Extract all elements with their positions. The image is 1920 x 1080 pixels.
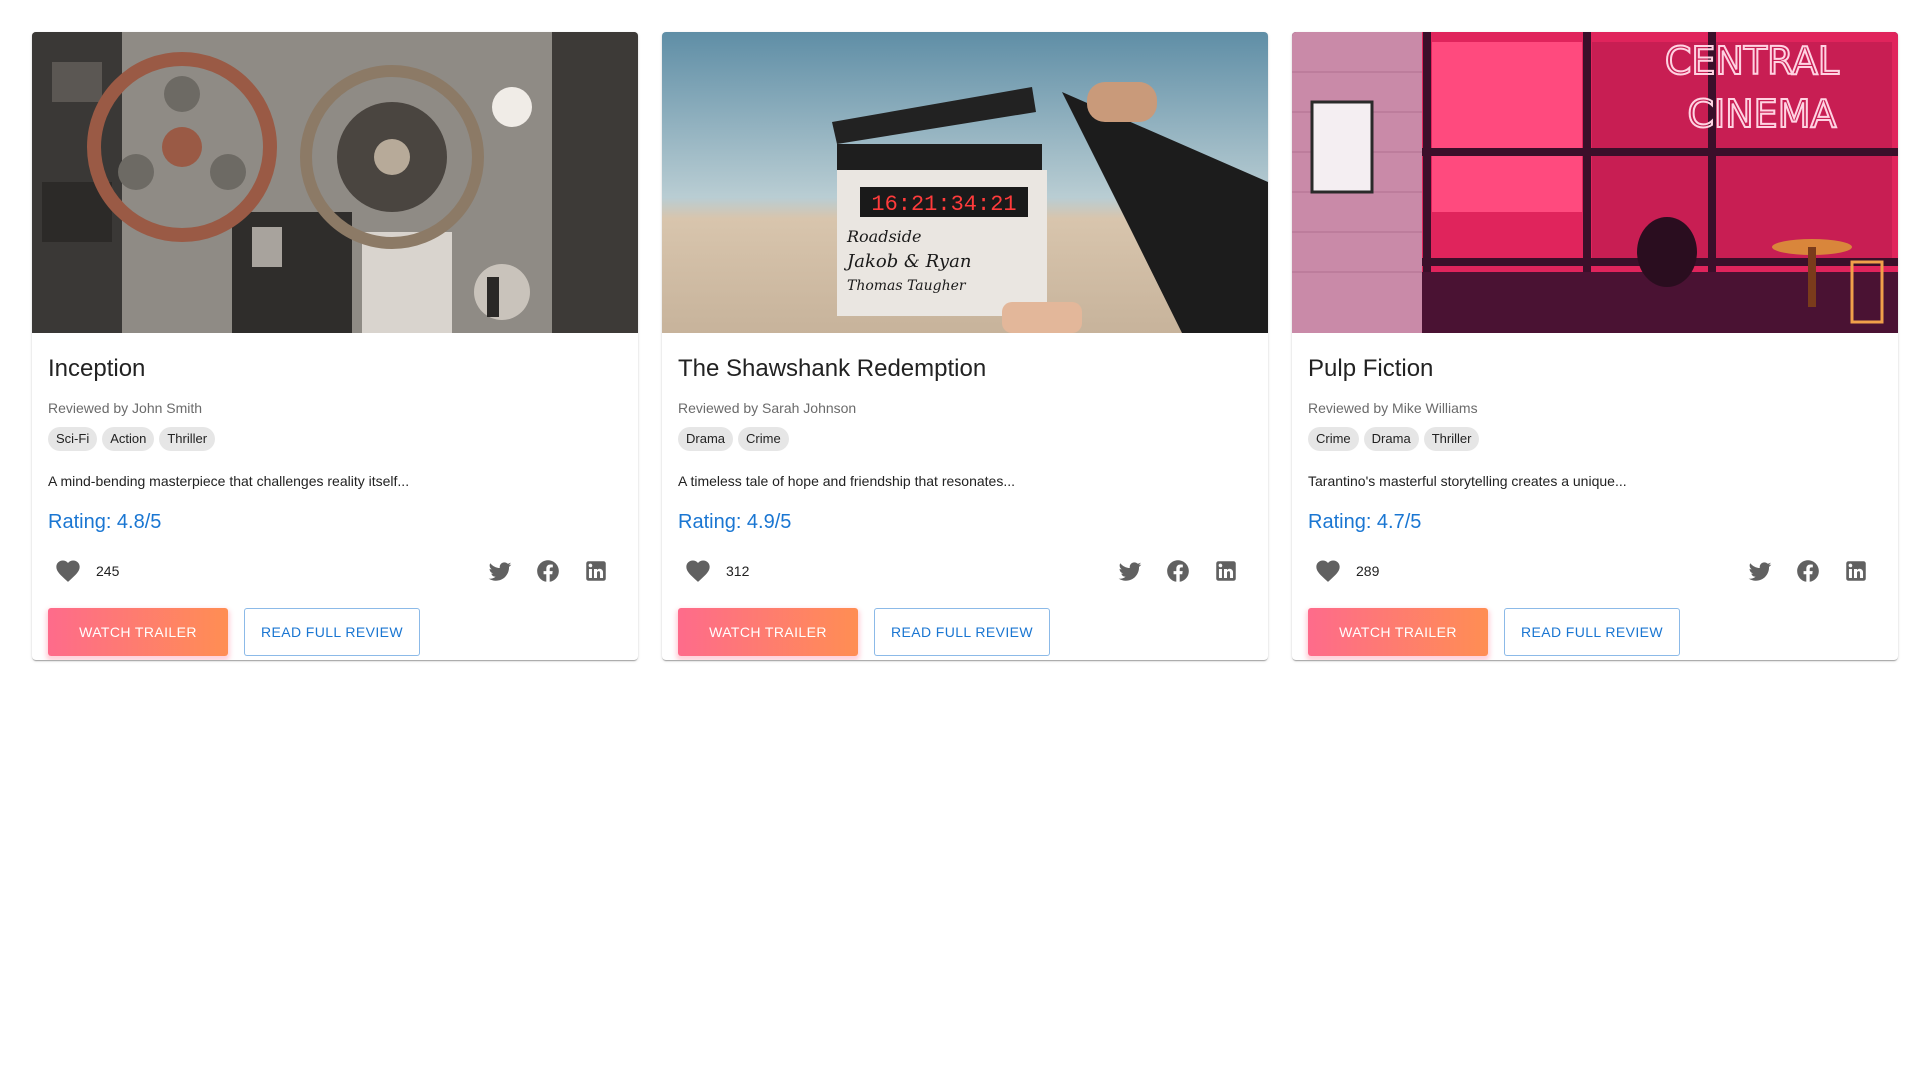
genre-chip[interactable]: Crime bbox=[1308, 427, 1359, 452]
review-card: 16:21:34:21 Roadside Jakob & Ryan Thomas… bbox=[662, 32, 1268, 660]
genre-chip[interactable]: Sci-Fi bbox=[48, 427, 98, 452]
movie-image: CENTRAL CINEMA bbox=[1292, 32, 1898, 333]
genre-chips: Crime Drama Thriller bbox=[1308, 427, 1882, 452]
card-actions: 289 bbox=[1308, 548, 1882, 594]
linkedin-icon[interactable] bbox=[1836, 551, 1876, 591]
twitter-icon[interactable] bbox=[1110, 551, 1150, 591]
card-actions: 312 bbox=[678, 548, 1252, 594]
rating-text: Rating: 4.8/5 bbox=[48, 511, 162, 534]
clapper-director: Thomas Taugher bbox=[847, 278, 967, 294]
linkedin-icon[interactable] bbox=[576, 551, 616, 591]
like-group: 312 bbox=[678, 551, 749, 591]
card-buttons: Watch Trailer Read Full Review bbox=[1308, 608, 1882, 657]
like-count: 289 bbox=[1356, 563, 1380, 580]
heart-icon[interactable] bbox=[48, 551, 88, 591]
movie-title: Pulp Fiction bbox=[1308, 355, 1434, 382]
like-group: 289 bbox=[1308, 551, 1379, 591]
genre-chip[interactable]: Crime bbox=[738, 427, 789, 452]
genre-chips: Sci-Fi Action Thriller bbox=[48, 427, 622, 452]
review-card: Inception Reviewed by John Smith Sci-Fi … bbox=[32, 32, 638, 660]
clapper-timecode: 16:21:34:21 bbox=[871, 192, 1016, 217]
neon-cinema: CINEMA bbox=[1688, 92, 1837, 136]
watch-trailer-button[interactable]: Watch Trailer bbox=[48, 608, 228, 657]
twitter-icon[interactable] bbox=[1740, 551, 1780, 591]
review-card: CENTRAL CINEMA Pulp Fiction Reviewed by … bbox=[1292, 32, 1898, 660]
review-card-grid: Inception Reviewed by John Smith Sci-Fi … bbox=[32, 32, 1898, 660]
clapper-scene: Roadside bbox=[846, 227, 922, 246]
movie-title: Inception bbox=[48, 355, 146, 382]
rating-text: Rating: 4.9/5 bbox=[678, 511, 792, 534]
movie-image bbox=[32, 32, 638, 333]
review-excerpt: Tarantino's masterful storytelling creat… bbox=[1308, 473, 1627, 490]
genre-chip[interactable]: Drama bbox=[678, 427, 734, 452]
like-count: 245 bbox=[96, 563, 120, 580]
reviewer-name: Reviewed by Sarah Johnson bbox=[678, 400, 857, 417]
share-icons bbox=[1740, 551, 1876, 591]
facebook-icon[interactable] bbox=[528, 551, 568, 591]
read-review-button[interactable]: Read Full Review bbox=[1504, 608, 1680, 657]
like-count: 312 bbox=[726, 563, 750, 580]
card-buttons: Watch Trailer Read Full Review bbox=[678, 608, 1252, 657]
reviewer-name: Reviewed by John Smith bbox=[48, 400, 203, 417]
genre-chip[interactable]: Thriller bbox=[159, 427, 216, 452]
linkedin-icon[interactable] bbox=[1206, 551, 1246, 591]
clapper-names: Jakob & Ryan bbox=[843, 251, 971, 272]
genre-chip[interactable]: Drama bbox=[1363, 427, 1419, 452]
like-group: 245 bbox=[48, 551, 119, 591]
watch-trailer-button[interactable]: Watch Trailer bbox=[678, 608, 858, 657]
reviewer-name: Reviewed by Mike Williams bbox=[1308, 400, 1478, 417]
rating-text: Rating: 4.7/5 bbox=[1308, 511, 1422, 534]
facebook-icon[interactable] bbox=[1788, 551, 1828, 591]
movie-title: The Shawshank Redemption bbox=[678, 355, 987, 382]
card-actions: 245 bbox=[48, 548, 622, 594]
neon-central: CENTRAL bbox=[1665, 39, 1839, 83]
facebook-icon[interactable] bbox=[1158, 551, 1198, 591]
watch-trailer-button[interactable]: Watch Trailer bbox=[1308, 608, 1488, 657]
genre-chips: Drama Crime bbox=[678, 427, 1252, 452]
share-icons bbox=[480, 551, 616, 591]
card-buttons: Watch Trailer Read Full Review bbox=[48, 608, 622, 657]
heart-icon[interactable] bbox=[678, 551, 718, 591]
read-review-button[interactable]: Read Full Review bbox=[874, 608, 1050, 657]
read-review-button[interactable]: Read Full Review bbox=[244, 608, 420, 657]
genre-chip[interactable]: Thriller bbox=[1423, 427, 1480, 452]
movie-image: 16:21:34:21 Roadside Jakob & Ryan Thomas… bbox=[662, 32, 1268, 333]
heart-icon[interactable] bbox=[1308, 551, 1348, 591]
review-excerpt: A mind-bending masterpiece that challeng… bbox=[48, 473, 410, 490]
genre-chip[interactable]: Action bbox=[102, 427, 155, 452]
twitter-icon[interactable] bbox=[480, 551, 520, 591]
review-excerpt: A timeless tale of hope and friendship t… bbox=[678, 473, 1015, 490]
share-icons bbox=[1110, 551, 1246, 591]
